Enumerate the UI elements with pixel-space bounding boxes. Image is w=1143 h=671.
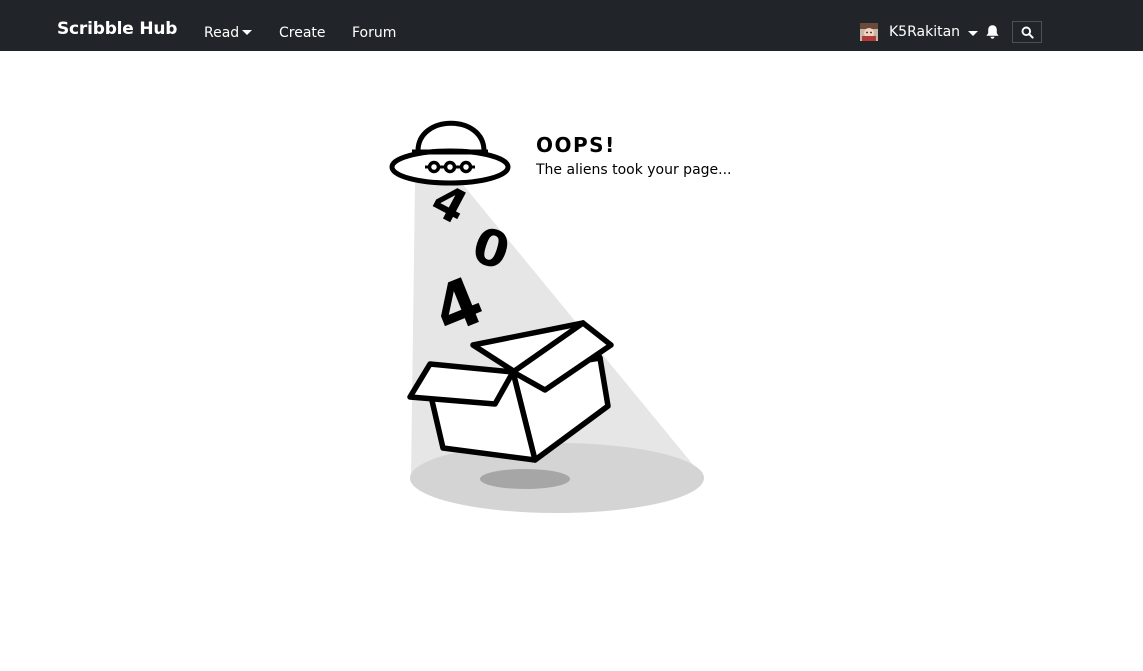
- error-illustration: 4 0 4: [389, 120, 704, 513]
- box-shadow: [480, 469, 570, 489]
- error-message: The aliens took your page...: [536, 162, 732, 178]
- error-title: OOPS!: [536, 133, 616, 157]
